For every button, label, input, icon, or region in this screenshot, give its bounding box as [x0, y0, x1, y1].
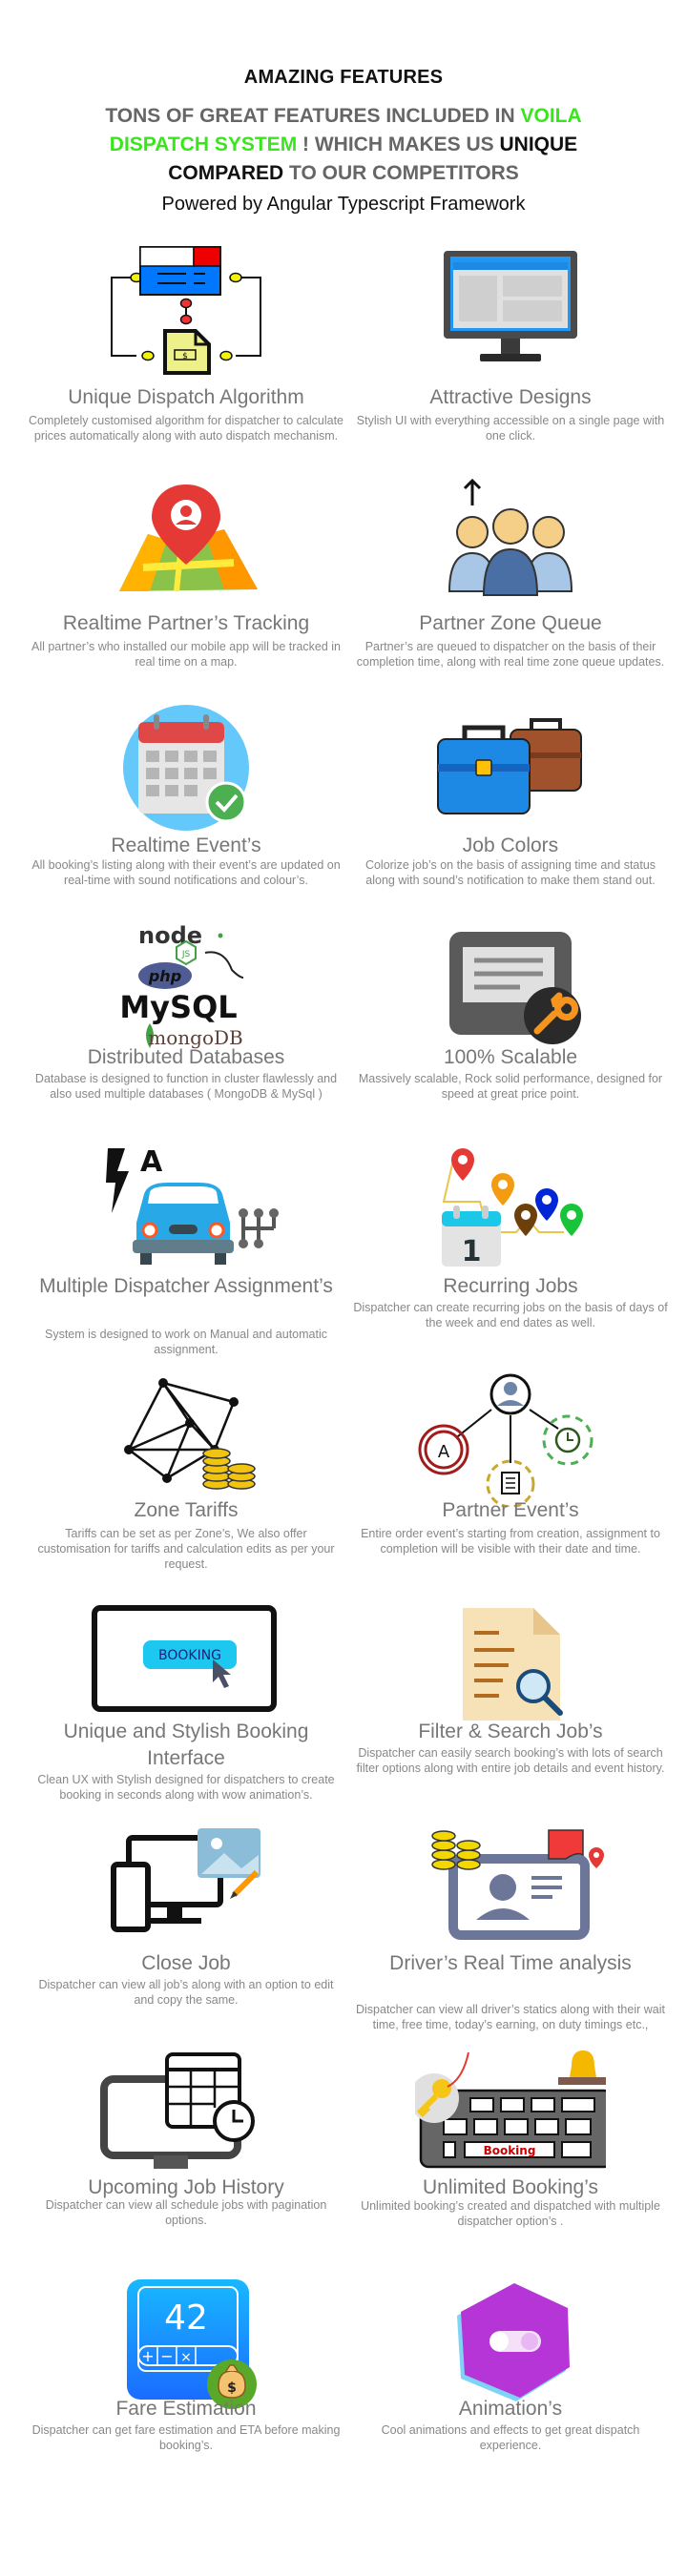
schedule-monitor-icon — [91, 2050, 281, 2184]
feature-description: Massively scalable, Rock solid performan… — [358, 1072, 663, 1101]
php-logo: php — [148, 967, 181, 985]
feature-description: Dispatcher can create recurring jobs on … — [353, 1301, 668, 1329]
feature-description: Entire order event’s starting from creat… — [361, 1527, 660, 1556]
calculator-display: 42 — [164, 2298, 208, 2338]
svg-text:+: + — [141, 2347, 154, 2365]
feature-title: Fare Estimation — [115, 2398, 257, 2420]
map-pin-icon — [91, 477, 281, 610]
svg-text:−: − — [160, 2347, 173, 2365]
feature-description: All partner’s who installed our mobile a… — [31, 640, 341, 669]
feature-description: Database is designed to function in clus… — [34, 1072, 338, 1101]
feature-description: Completely customised algorithm for disp… — [29, 414, 344, 443]
driver-card-icon — [415, 1826, 606, 1960]
car-auto-manual-icon: A — [91, 1144, 281, 1278]
recurring-calendar-pins-icon: 1 — [415, 1144, 606, 1278]
svg-text:$: $ — [227, 2380, 237, 2396]
feature-title: Partner Zone Queue — [419, 612, 602, 634]
feature-description: Dispatcher can view all driver’s statics… — [356, 2003, 665, 2031]
feature-title: Unique Dispatch Algorithm — [68, 386, 304, 408]
feature-description: Dispatcher can view all schedule jobs wi… — [45, 2198, 327, 2227]
briefcases-icon — [415, 701, 606, 835]
feature-description: Dispatcher can easily search booking’s w… — [356, 1746, 665, 1775]
feature-description: Stylish UI with everything accessible on… — [356, 414, 665, 443]
monitor-icon — [415, 243, 606, 377]
feature-title: Distributed Databases — [87, 1046, 285, 1068]
feature-title: Job Colors — [462, 835, 559, 856]
queue-users-icon — [415, 477, 606, 610]
feature-title: Zone Tariffs — [134, 1499, 239, 1521]
booking-key-label: Booking — [484, 2144, 536, 2157]
feature-title: Animation’s — [458, 2398, 563, 2420]
feature-title: Attractive Designs — [429, 386, 592, 408]
feature-description: Partner’s are queued to dispatcher on th… — [356, 640, 665, 669]
feature-description: Colorize job’s on the basis of assigning… — [364, 858, 656, 887]
feature-description: Dispatcher can view all job’s along with… — [38, 1978, 334, 2007]
feature-title: Realtime Event’s — [111, 835, 261, 856]
feature-description: Unlimited booking’s created and dispatch… — [361, 2199, 660, 2228]
svg-text:×: × — [180, 2350, 192, 2365]
feature-title: Unique and Stylish Booking Interface — [63, 1721, 309, 1769]
feature-title: Filter & Search Job’s — [418, 1721, 603, 1742]
calendar-day: 1 — [462, 1235, 482, 1268]
database-logos-icon: node JS php MySQL mongoDB — [91, 920, 281, 1054]
feature-title: Close Job — [141, 1952, 231, 1974]
js-logo: JS — [181, 950, 191, 959]
subtitle-part: TONS OF GREAT FEATURES INCLUDED IN — [105, 105, 521, 127]
feature-description: System is designed to work on Manual and… — [45, 1328, 327, 1356]
feature-description: Dispatcher can get fare estimation and E… — [31, 2423, 341, 2452]
network-coins-icon — [91, 1373, 281, 1507]
feature-description: Tariffs can be set as per Zone’s, We als… — [37, 1527, 335, 1571]
calculator-money-icon: 42 + − × $ — [91, 2279, 281, 2413]
dispatch-algorithm-icon: $ — [91, 243, 281, 377]
feature-title: Realtime Partner’s Tracking — [62, 612, 310, 634]
auto-badge: A — [140, 1145, 163, 1179]
partner-events-icon: A — [415, 1373, 606, 1507]
feature-title: Partner Event’s — [442, 1499, 579, 1521]
svg-text:$: $ — [182, 352, 188, 361]
powered-by: Powered by Angular Typescript Framework — [161, 194, 526, 215]
feature-title: Recurring Jobs — [443, 1275, 578, 1297]
feature-description: Clean UX with Stylish designed for dispa… — [37, 1773, 335, 1802]
document-search-icon — [415, 1602, 606, 1736]
subtitle-part: TO OUR COMPETITORS — [283, 162, 519, 184]
page-subtitle: TONS OF GREAT FEATURES INCLUDED IN VOILA… — [86, 102, 601, 188]
feature-description: All booking’s listing along with their e… — [31, 858, 341, 887]
feature-description: Cool animations and effects to get great… — [381, 2423, 640, 2452]
booking-button-label: BOOKING — [158, 1648, 221, 1663]
feature-title: Driver’s Real Time analysis — [389, 1952, 632, 1974]
page-title: AMAZING FEATURES — [243, 67, 444, 88]
feature-title: Unlimited Booking’s — [422, 2176, 599, 2198]
settings-wrench-icon — [415, 920, 606, 1054]
mysql-logo: MySQL — [119, 989, 237, 1025]
toggle-hexagon-icon — [415, 2279, 606, 2413]
feature-title: Multiple Dispatcher Assignment’s — [39, 1275, 333, 1297]
booking-button-icon: BOOKING — [91, 1602, 281, 1736]
calendar-check-icon — [91, 701, 281, 835]
devices-edit-icon — [91, 1826, 281, 1960]
status-badge: A — [438, 1442, 450, 1462]
keyboard-bell-icon: Booking — [415, 2050, 606, 2184]
subtitle-part: ! WHICH MAKES US — [297, 134, 500, 155]
feature-title: 100% Scalable — [443, 1046, 578, 1068]
